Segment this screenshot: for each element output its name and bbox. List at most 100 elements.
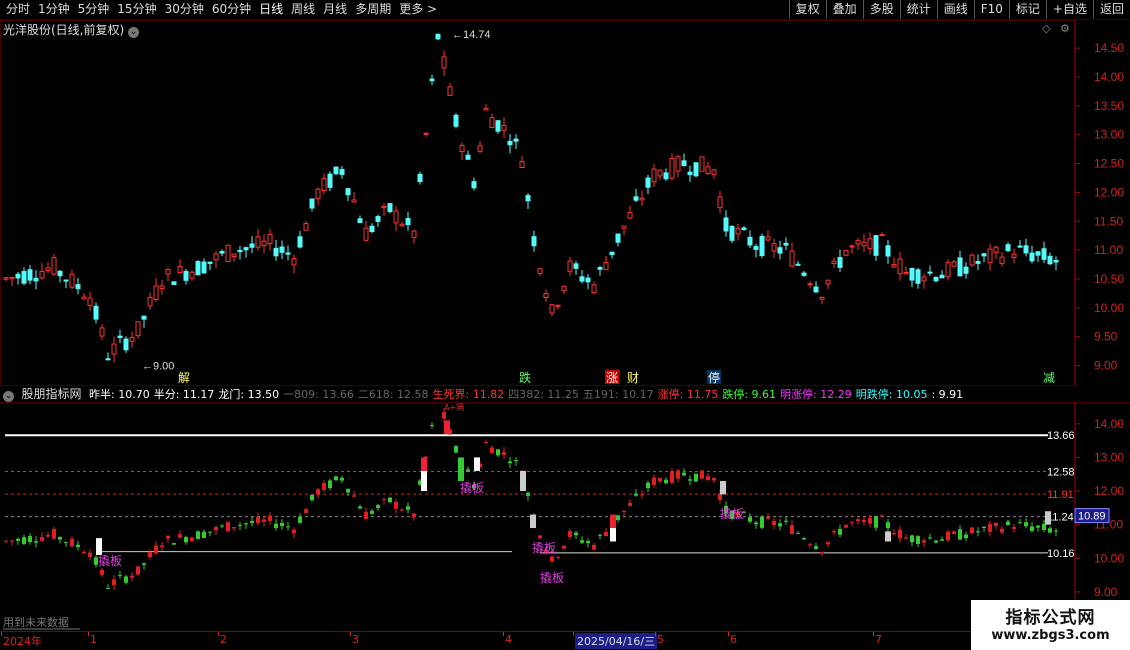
date-tick — [573, 632, 574, 636]
level-label: 11.24 — [1047, 512, 1074, 524]
indicator-chart[interactable]: 14.0013.0012.0011.0010.009.0013.6612.581… — [0, 402, 1130, 631]
ind-candle-body — [484, 442, 488, 444]
toolbar-button-2[interactable]: 多股 — [862, 0, 900, 19]
candle-body — [495, 120, 501, 132]
candle-body — [537, 268, 543, 274]
ind-candle-body — [634, 493, 638, 496]
toolbar-button-7[interactable]: +自选 — [1045, 0, 1093, 19]
candle-body — [801, 272, 807, 276]
tab-5[interactable]: 60分钟 — [208, 1, 255, 18]
ind-candle-body — [160, 545, 164, 548]
ind-candle-body — [262, 519, 266, 522]
tab-7[interactable]: 周线 — [287, 1, 319, 18]
ind-candle-body — [382, 499, 386, 501]
ind-candle-body — [700, 470, 704, 479]
tab-3[interactable]: 15分钟 — [113, 1, 160, 18]
price-label: 12.00 — [1094, 185, 1124, 199]
candle-body — [57, 270, 63, 277]
candle-body — [201, 261, 207, 274]
toolbar-button-1[interactable]: 叠加 — [825, 0, 863, 19]
candle-body — [375, 216, 381, 222]
ind-candle-body — [964, 534, 968, 539]
candle-body — [561, 285, 567, 292]
candle-body — [633, 196, 639, 201]
indicator-value-11: 明跌停: 10.05 — [855, 388, 928, 401]
tab-8[interactable]: 月线 — [319, 1, 351, 18]
candle-body — [669, 157, 675, 179]
ind-candle-body — [280, 522, 284, 526]
ind-candle-body — [898, 529, 902, 539]
ind-candle-body — [34, 541, 38, 543]
top-marker: A+隔 — [444, 403, 464, 412]
candle-body — [753, 246, 759, 250]
candle-body — [777, 247, 783, 254]
ind-candle-body — [232, 526, 236, 529]
ind-candle-body — [82, 552, 86, 554]
ind-candle-body — [568, 531, 572, 537]
tab-1[interactable]: 1分钟 — [34, 1, 74, 18]
ind-candle-body — [406, 506, 410, 510]
ind-candle-body — [148, 552, 152, 558]
ind-candle-body — [946, 531, 950, 541]
candle-body — [9, 276, 15, 280]
ind-candle-body — [16, 538, 20, 541]
toolbar-button-4[interactable]: 画线 — [936, 0, 974, 19]
ind-candle-body — [226, 521, 230, 532]
toolbar-button-5[interactable]: F10 — [973, 0, 1009, 19]
candle-body — [429, 78, 435, 82]
ind-candle-body — [64, 542, 68, 544]
candle-body — [543, 293, 549, 299]
toolbar-button-0[interactable]: 复权 — [788, 0, 826, 19]
candle-body — [321, 177, 327, 192]
tab-2[interactable]: 5分钟 — [74, 1, 114, 18]
indicator-name[interactable]: 股朋指标网 — [22, 387, 82, 401]
date-label-1: 1 — [90, 633, 97, 646]
candle-body — [969, 254, 975, 266]
ind-candle-body — [52, 529, 56, 539]
candle-body — [765, 236, 771, 241]
candle-body — [501, 124, 507, 131]
ind-candle-body — [772, 520, 776, 526]
signal-block — [474, 457, 480, 471]
candle-body — [981, 253, 987, 257]
toolbar-button-8[interactable]: 返回 — [1092, 0, 1130, 19]
candle-body — [975, 260, 981, 264]
toolbar-button-3[interactable]: 统计 — [899, 0, 937, 19]
ind-candle-body — [550, 556, 554, 562]
candle-body — [15, 273, 21, 279]
candle-body — [411, 230, 417, 238]
candle-body — [513, 138, 519, 142]
candle-body — [1053, 259, 1059, 263]
tab-10[interactable]: 更多 > — [395, 1, 441, 18]
candle-body — [327, 173, 333, 188]
candle-body — [177, 266, 183, 273]
ind-candle-body — [574, 532, 578, 536]
candle-body — [261, 240, 267, 246]
level-label: 10.16 — [1047, 548, 1075, 560]
tab-0[interactable]: 分时 — [2, 1, 34, 18]
candle-body — [489, 117, 495, 128]
candle-body — [69, 273, 75, 288]
candle-body — [597, 267, 603, 270]
tab-9[interactable]: 多周期 — [351, 1, 395, 18]
candle-body — [795, 263, 801, 266]
signal-block — [610, 528, 616, 542]
indicator-value-10: 明涨停: 12.29 — [780, 388, 852, 401]
candle-body — [921, 276, 927, 282]
candle-body — [99, 327, 105, 337]
candle-body — [717, 196, 723, 209]
ind-candle-body — [910, 535, 914, 543]
tab-4[interactable]: 30分钟 — [161, 1, 208, 18]
toolbar-button-6[interactable]: 标记 — [1008, 0, 1046, 19]
candle-body — [111, 343, 117, 355]
candle-body — [159, 285, 165, 290]
candle-body — [657, 169, 663, 177]
main-candlestick-chart[interactable]: 14.50 14.00 13.50 13.00 12.50 12.00 11.50 11.00… — [0, 20, 1130, 386]
date-tick — [503, 632, 504, 636]
ind-candle-body — [994, 522, 998, 526]
tab-6[interactable]: 日线 — [255, 1, 287, 18]
candle-body — [357, 218, 363, 224]
candle-body — [579, 276, 585, 282]
chevron-down-icon[interactable]: ⌄ — [3, 391, 14, 402]
ind-candle-body — [328, 480, 332, 489]
